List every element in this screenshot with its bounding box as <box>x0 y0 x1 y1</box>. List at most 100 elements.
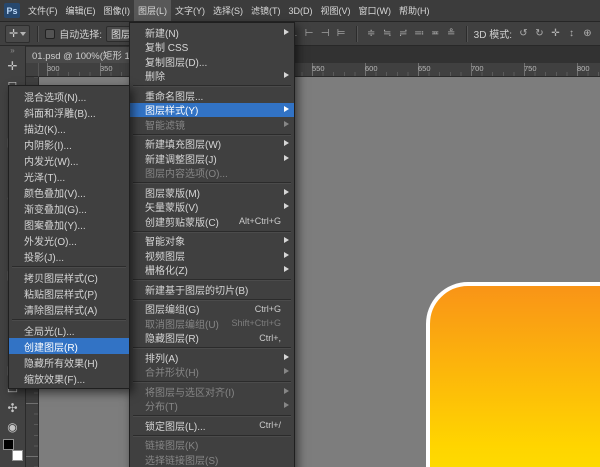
menu-item[interactable]: 合并形状(H) <box>130 365 294 379</box>
align-left-edges-icon[interactable]: ⊢ <box>302 26 317 42</box>
distribute-left-edges-icon[interactable]: ≕ <box>412 26 427 42</box>
ruler-number: 700 <box>471 64 484 73</box>
menu-item[interactable]: 锁定图层(L)... Ctrl+/ <box>130 418 294 433</box>
menubar-item-3d[interactable]: 3D(D) <box>285 2 317 20</box>
move-tool[interactable]: ✛ <box>1 56 25 75</box>
menu-item[interactable]: 隐藏所有效果(H) <box>9 354 129 370</box>
menu-item[interactable]: 链接图层(K) <box>130 438 294 452</box>
menu-item[interactable]: 矢量蒙版(V) <box>130 200 294 214</box>
menu-item[interactable]: 粘贴图层样式(P) <box>9 285 129 301</box>
menu-item[interactable]: 隐藏图层(R) Ctrl+, <box>130 331 294 346</box>
menu-item[interactable]: 清除图层样式(A) <box>9 301 129 317</box>
3d-pan-icon[interactable]: ✛ <box>548 26 563 42</box>
menubar-item-filter[interactable]: 滤镜(T) <box>247 0 285 21</box>
menu-item[interactable]: 新建(N) <box>130 25 294 40</box>
auto-select-checkbox[interactable] <box>45 28 56 39</box>
auto-select-label: 自动选择: <box>59 30 102 41</box>
menu-item[interactable]: 视频图层 <box>130 248 294 263</box>
menubar-item-view[interactable]: 视图(V) <box>317 0 355 21</box>
layer-style-submenu: 混合选项(N)... 斜面和浮雕(B)... 描边(K)... 内阴影(I)..… <box>8 85 130 389</box>
menu-item[interactable]: 重命名图层... <box>130 88 294 103</box>
menubar-item-image[interactable]: 图像(I) <box>100 0 135 21</box>
ruler-number: 350 <box>100 64 113 73</box>
menu-item[interactable]: 创建剪贴蒙版(C) Alt+Ctrl+G <box>130 214 294 229</box>
menu-item[interactable]: 复制图层(D)... <box>130 54 294 69</box>
menu-item[interactable]: 删除 <box>130 69 294 83</box>
menu-item[interactable]: 斜面和浮雕(B)... <box>9 104 129 120</box>
distribute-right-edges-icon[interactable]: ≗ <box>444 26 459 42</box>
ruler-number: 800 <box>577 64 590 73</box>
ruler-number: 550 <box>312 64 325 73</box>
hand-tool[interactable]: ✣ <box>1 398 25 417</box>
divider <box>37 25 39 42</box>
menu-item[interactable]: 选择链接图层(S) <box>130 452 294 467</box>
menu-item[interactable]: 图层内容选项(O)... <box>130 166 294 180</box>
menubar-item-help[interactable]: 帮助(H) <box>395 0 434 21</box>
distribute-horizontal-centers-icon[interactable]: ≖ <box>428 26 443 42</box>
tool-preset-dropdown[interactable]: ✛ <box>5 24 31 43</box>
menu-item[interactable]: 分布(T) <box>130 399 294 413</box>
menubar-item-type[interactable]: 文字(Y) <box>171 0 209 21</box>
menu-item[interactable]: 取消图层编组(U) Shift+Ctrl+G <box>130 316 294 331</box>
3d-mode-label: 3D 模式: <box>473 30 512 41</box>
layer-menu: 新建(N) 复制 CSS 复制图层(D)... 删除 重命名图层... 图层样式… <box>129 22 295 467</box>
menu-item[interactable]: 图案叠加(Y)... <box>9 216 129 232</box>
menu-item[interactable]: 颜色叠加(V)... <box>9 184 129 200</box>
menu-item[interactable]: 创建图层(R) <box>9 338 129 354</box>
menu-item[interactable]: 新建调整图层(J) <box>130 151 294 166</box>
toolbox-collapse-icon[interactable]: » <box>10 46 14 56</box>
ruler-number: 650 <box>418 64 431 73</box>
menu-bar: Ps 文件(F) 编辑(E) 图像(I) 图层(L) 文字(Y) 选择(S) 滤… <box>0 0 600 22</box>
3d-rotate-icon[interactable]: ↺ <box>516 26 531 42</box>
menu-item[interactable]: 全局光(L)... <box>9 322 129 338</box>
menubar-items: 文件(F) 编辑(E) 图像(I) 图层(L) 文字(Y) 选择(S) 滤镜(T… <box>24 0 434 21</box>
menu-item[interactable]: 图层蒙版(M) <box>130 185 294 200</box>
zoom-tool[interactable]: ◉ <box>1 417 25 436</box>
3d-scale-icon[interactable]: ⊕ <box>580 26 595 42</box>
menu-item[interactable]: 混合选项(N)... <box>9 88 129 104</box>
menu-item[interactable]: 内阴影(I)... <box>9 136 129 152</box>
menubar-item-file[interactable]: 文件(F) <box>24 0 62 21</box>
menu-item[interactable]: 图层样式(Y) <box>130 102 294 117</box>
menu-item[interactable]: 将图层与选区对齐(I) <box>130 384 294 399</box>
3d-slide-icon[interactable]: ↕ <box>564 26 579 42</box>
auto-select-value: 图层 <box>111 30 131 41</box>
menu-item[interactable]: 栅格化(Z) <box>130 263 294 277</box>
menubar-item-layer[interactable]: 图层(L) <box>134 0 171 21</box>
menu-item[interactable]: 外发光(O)... <box>9 232 129 248</box>
menu-item[interactable]: 内发光(W)... <box>9 152 129 168</box>
menu-item[interactable]: 光泽(T)... <box>9 168 129 184</box>
align-right-edges-icon[interactable]: ⊨ <box>334 26 349 42</box>
menubar-item-window[interactable]: 窗口(W) <box>355 0 396 21</box>
menu-item[interactable]: 投影(J)... <box>9 248 129 264</box>
distribute-top-edges-icon[interactable]: ≑ <box>364 26 379 42</box>
menu-item[interactable]: 缩放效果(F)... <box>9 370 129 386</box>
menu-item[interactable]: 智能对象 <box>130 234 294 248</box>
align-horizontal-centers-icon[interactable]: ⊣ <box>318 26 333 42</box>
menubar-item-select[interactable]: 选择(S) <box>209 0 247 21</box>
menu-item[interactable]: 排列(A) <box>130 350 294 365</box>
menu-item[interactable]: 描边(K)... <box>9 120 129 136</box>
ruler-number: 300 <box>47 64 60 73</box>
menu-item[interactable]: 渐变叠加(G)... <box>9 200 129 216</box>
tool-icon: ✣ <box>7 400 18 415</box>
menu-item[interactable]: 图层编组(G) Ctrl+G <box>130 302 294 317</box>
menu-item[interactable]: 智能滤镜 <box>130 117 294 132</box>
document-tab-bar: 01.psd @ 100%(矩形 1, RGB/8) × <box>26 46 600 63</box>
distribute-bottom-edges-icon[interactable]: ≓ <box>396 26 411 42</box>
3d-roll-icon[interactable]: ↻ <box>532 26 547 42</box>
foreground-color-swatch[interactable] <box>2 439 14 450</box>
ruler-number: 600 <box>365 64 378 73</box>
tool-icon: ✛ <box>7 58 18 73</box>
background-color-swatch[interactable] <box>11 450 23 461</box>
shape-layer <box>426 282 600 467</box>
menu-item[interactable]: 拷贝图层样式(C) <box>9 269 129 285</box>
menu-item[interactable]: 新建基于图层的切片(B) <box>130 282 294 297</box>
move-tool-icon: ✛ <box>9 28 19 40</box>
distribute-vertical-centers-icon[interactable]: ≒ <box>380 26 395 42</box>
menu-item[interactable]: 复制 CSS <box>130 40 294 54</box>
menu-item[interactable]: 新建填充图层(W) <box>130 137 294 151</box>
menubar-item-edit[interactable]: 编辑(E) <box>62 0 100 21</box>
tool-icon: ◉ <box>7 419 18 434</box>
divider <box>355 25 357 42</box>
